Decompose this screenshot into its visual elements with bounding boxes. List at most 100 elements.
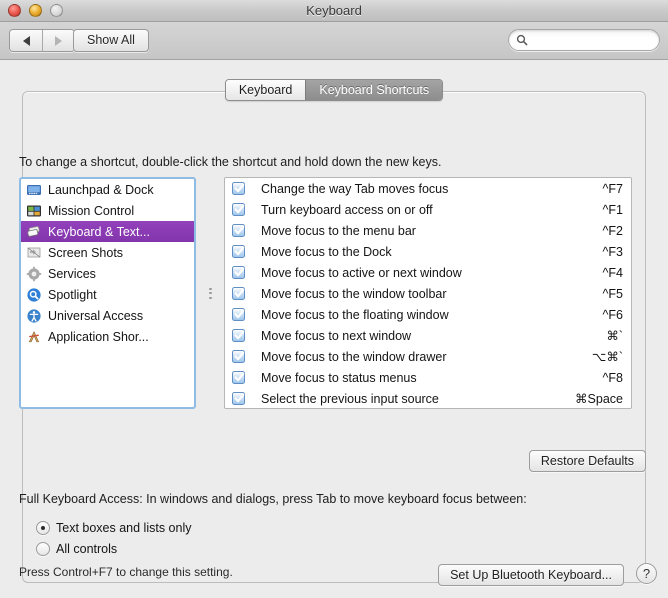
navigation-segmented-control bbox=[9, 29, 75, 52]
table-row[interactable]: Change the way Tab moves focus ^F7 bbox=[225, 178, 631, 199]
table-row[interactable]: Move focus to the window toolbar ^F5 bbox=[225, 283, 631, 304]
shortcut-name: Move focus to next window bbox=[261, 329, 596, 343]
bottom-bar: Set Up Bluetooth Keyboard... ? bbox=[0, 554, 668, 598]
sidebar-item-label: Screen Shots bbox=[48, 246, 123, 260]
shortcut-key: ^F5 bbox=[603, 287, 623, 301]
spotlight-icon bbox=[26, 287, 42, 303]
shortcut-key: ^F2 bbox=[603, 224, 623, 238]
shortcut-key: ^F4 bbox=[603, 266, 623, 280]
shortcut-checkbox[interactable] bbox=[232, 245, 245, 258]
shortcut-name: Change the way Tab moves focus bbox=[261, 182, 593, 196]
shortcut-checkbox[interactable] bbox=[232, 224, 245, 237]
tab-group: Keyboard Keyboard Shortcuts bbox=[225, 79, 443, 101]
keyboard-text-icon bbox=[26, 224, 42, 240]
universal-access-icon bbox=[26, 308, 42, 324]
shortcut-name: Select the previous input source bbox=[261, 392, 565, 406]
shortcut-key: ⌥⌘` bbox=[592, 349, 623, 364]
sidebar-item-label: Mission Control bbox=[48, 204, 134, 218]
shortcut-name: Move focus to the menu bar bbox=[261, 224, 593, 238]
application-shortcuts-icon bbox=[26, 329, 42, 345]
launchpad-dock-icon bbox=[26, 182, 42, 198]
sidebar-item-launchpad-dock[interactable]: Launchpad & Dock bbox=[21, 179, 194, 200]
search-input[interactable] bbox=[528, 33, 668, 47]
shortcut-checkbox[interactable] bbox=[232, 266, 245, 279]
split-view-divider[interactable] bbox=[206, 177, 214, 409]
sidebar-item-mission-control[interactable]: Mission Control bbox=[21, 200, 194, 221]
table-row[interactable]: Move focus to the floating window ^F6 bbox=[225, 304, 631, 325]
minimize-button[interactable] bbox=[29, 4, 42, 17]
back-button[interactable] bbox=[10, 30, 42, 51]
screen-shots-icon bbox=[26, 245, 42, 261]
forward-button bbox=[42, 30, 74, 51]
content-area: Keyboard Keyboard Shortcuts To change a … bbox=[0, 60, 668, 598]
show-all-button[interactable]: Show All bbox=[73, 29, 149, 52]
table-row[interactable]: Move focus to the Dock ^F3 bbox=[225, 241, 631, 262]
table-row[interactable]: Move focus to active or next window ^F4 bbox=[225, 262, 631, 283]
radio-button-selected-icon bbox=[36, 521, 50, 535]
set-up-bluetooth-keyboard-button[interactable]: Set Up Bluetooth Keyboard... bbox=[438, 564, 624, 586]
shortcut-name: Move focus to status menus bbox=[261, 371, 593, 385]
full-keyboard-access-radio-group: Text boxes and lists only All controls bbox=[36, 517, 192, 559]
shortcut-checkbox[interactable] bbox=[232, 308, 245, 321]
sidebar-item-screen-shots[interactable]: Screen Shots bbox=[21, 242, 194, 263]
mission-control-icon bbox=[26, 203, 42, 219]
tab-bar: Keyboard Keyboard Shortcuts bbox=[0, 79, 668, 101]
forward-arrow-icon bbox=[55, 36, 62, 46]
tab-keyboard[interactable]: Keyboard bbox=[226, 80, 306, 100]
toolbar: Show All bbox=[0, 22, 668, 60]
table-row[interactable]: Move focus to status menus ^F8 bbox=[225, 367, 631, 388]
sidebar-item-label: Spotlight bbox=[48, 288, 97, 302]
close-button[interactable] bbox=[8, 4, 21, 17]
shortcut-checkbox[interactable] bbox=[232, 392, 245, 405]
shortcut-checkbox[interactable] bbox=[232, 371, 245, 384]
window-title: Keyboard bbox=[0, 0, 668, 22]
table-row[interactable]: Move focus to the window drawer ⌥⌘` bbox=[225, 346, 631, 367]
window-controls bbox=[8, 4, 63, 17]
shortcut-name: Move focus to the window drawer bbox=[261, 350, 582, 364]
tab-keyboard-shortcuts[interactable]: Keyboard Shortcuts bbox=[305, 80, 442, 100]
sidebar-item-label: Keyboard & Text... bbox=[48, 225, 150, 239]
shortcut-name: Turn keyboard access on or off bbox=[261, 203, 593, 217]
sidebar-item-universal-access[interactable]: Universal Access bbox=[21, 305, 194, 326]
sidebar-item-label: Services bbox=[48, 267, 96, 281]
shortcut-key: ^F8 bbox=[603, 371, 623, 385]
zoom-button bbox=[50, 4, 63, 17]
table-row[interactable]: Move focus to next window ⌘` bbox=[225, 325, 631, 346]
table-row[interactable]: Select the previous input source ⌘Space bbox=[225, 388, 631, 409]
shortcut-name: Move focus to the floating window bbox=[261, 308, 593, 322]
shortcut-key: ^F7 bbox=[603, 182, 623, 196]
category-list[interactable]: Launchpad & Dock Mission Control bbox=[19, 177, 196, 409]
sidebar-item-keyboard-text[interactable]: Keyboard & Text... bbox=[21, 221, 194, 242]
restore-defaults-button[interactable]: Restore Defaults bbox=[529, 450, 646, 472]
sidebar-item-services[interactable]: Services bbox=[21, 263, 194, 284]
radio-text-boxes-and-lists-only[interactable]: Text boxes and lists only bbox=[36, 517, 192, 538]
sidebar-item-spotlight[interactable]: Spotlight bbox=[21, 284, 194, 305]
sidebar-item-label: Universal Access bbox=[48, 309, 143, 323]
shortcut-name: Move focus to active or next window bbox=[261, 266, 593, 280]
help-button[interactable]: ? bbox=[636, 563, 657, 584]
search-field[interactable] bbox=[508, 29, 660, 51]
search-icon bbox=[516, 34, 528, 46]
shortcut-checkbox[interactable] bbox=[232, 350, 245, 363]
shortcut-checkbox[interactable] bbox=[232, 329, 245, 342]
shortcut-key: ⌘Space bbox=[575, 391, 623, 406]
table-row[interactable]: Move focus to the menu bar ^F2 bbox=[225, 220, 631, 241]
sidebar-item-application-shortcuts[interactable]: Application Shor... bbox=[21, 326, 194, 347]
instruction-text: To change a shortcut, double-click the s… bbox=[19, 155, 441, 169]
divider-grip-icon bbox=[209, 288, 212, 299]
shortcut-key: ^F1 bbox=[603, 203, 623, 217]
full-keyboard-access-label: Full Keyboard Access: In windows and dia… bbox=[19, 492, 527, 506]
shortcut-checkbox[interactable] bbox=[232, 203, 245, 216]
sidebar-item-label: Application Shor... bbox=[48, 330, 149, 344]
shortcut-checkbox[interactable] bbox=[232, 182, 245, 195]
title-bar: Keyboard bbox=[0, 0, 668, 22]
shortcut-key: ^F6 bbox=[603, 308, 623, 322]
sidebar-item-label: Launchpad & Dock bbox=[48, 183, 154, 197]
keyboard-preferences-window: Keyboard Show All bbox=[0, 0, 668, 598]
back-arrow-icon bbox=[23, 36, 30, 46]
radio-label: Text boxes and lists only bbox=[56, 521, 192, 535]
shortcut-key: ⌘` bbox=[606, 328, 623, 343]
table-row[interactable]: Turn keyboard access on or off ^F1 bbox=[225, 199, 631, 220]
shortcut-checkbox[interactable] bbox=[232, 287, 245, 300]
shortcuts-list[interactable]: Change the way Tab moves focus ^F7 Turn … bbox=[224, 177, 632, 409]
